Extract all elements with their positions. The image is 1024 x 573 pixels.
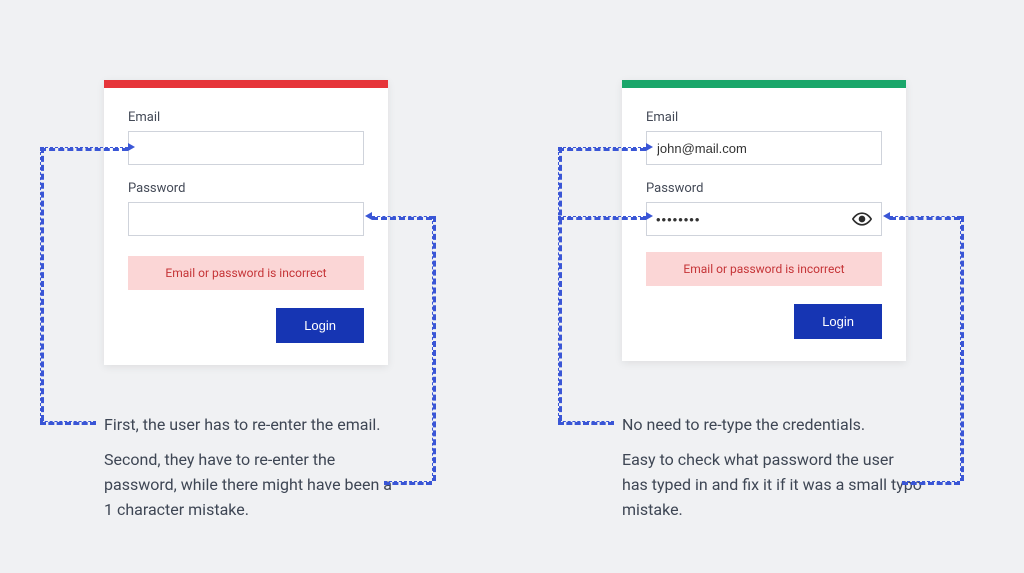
eye-icon[interactable] bbox=[852, 209, 872, 229]
connector-line bbox=[40, 147, 44, 421]
login-card-bad: Email Password Email or password is inco… bbox=[104, 80, 388, 365]
caption-left-1: First, the user has to re-enter the emai… bbox=[104, 413, 404, 438]
password-label: Password bbox=[646, 181, 882, 196]
password-field[interactable] bbox=[128, 202, 364, 236]
arrow-icon bbox=[646, 212, 653, 220]
connector-line bbox=[40, 147, 128, 151]
arrow-icon bbox=[646, 143, 653, 151]
login-button[interactable]: Login bbox=[794, 304, 882, 339]
arrow-icon bbox=[883, 212, 890, 220]
arrow-icon bbox=[128, 143, 135, 151]
card-body: Email Password •••••••• Email or passwor… bbox=[622, 88, 906, 361]
caption-right-2: Easy to check what password the user has… bbox=[622, 448, 922, 522]
email-field[interactable] bbox=[646, 131, 882, 165]
email-label: Email bbox=[128, 110, 364, 125]
password-masked-value: •••••••• bbox=[656, 212, 700, 227]
status-bar-bad bbox=[104, 80, 388, 88]
connector-line bbox=[40, 421, 96, 425]
connector-line bbox=[432, 216, 436, 481]
email-field[interactable] bbox=[128, 131, 364, 165]
connector-line bbox=[558, 147, 646, 151]
error-banner: Email or password is incorrect bbox=[128, 256, 364, 290]
caption-left-2: Second, they have to re-enter the passwo… bbox=[104, 448, 404, 522]
caption-right-1: No need to re-type the credentials. bbox=[622, 413, 922, 438]
email-label: Email bbox=[646, 110, 882, 125]
login-button[interactable]: Login bbox=[276, 308, 364, 343]
connector-line bbox=[890, 216, 960, 220]
connector-line bbox=[372, 216, 432, 220]
login-card-good: Email Password •••••••• Email or passwor… bbox=[622, 80, 906, 361]
connector-line bbox=[384, 481, 432, 485]
arrow-icon bbox=[365, 212, 372, 220]
connector-line bbox=[960, 216, 964, 481]
connector-line bbox=[558, 147, 562, 421]
password-wrapper: •••••••• bbox=[646, 202, 882, 236]
connector-line bbox=[558, 216, 646, 220]
connector-line bbox=[902, 481, 960, 485]
card-body: Email Password Email or password is inco… bbox=[104, 88, 388, 365]
status-bar-good bbox=[622, 80, 906, 88]
password-label: Password bbox=[128, 181, 364, 196]
connector-line bbox=[558, 421, 614, 425]
error-banner: Email or password is incorrect bbox=[646, 252, 882, 286]
